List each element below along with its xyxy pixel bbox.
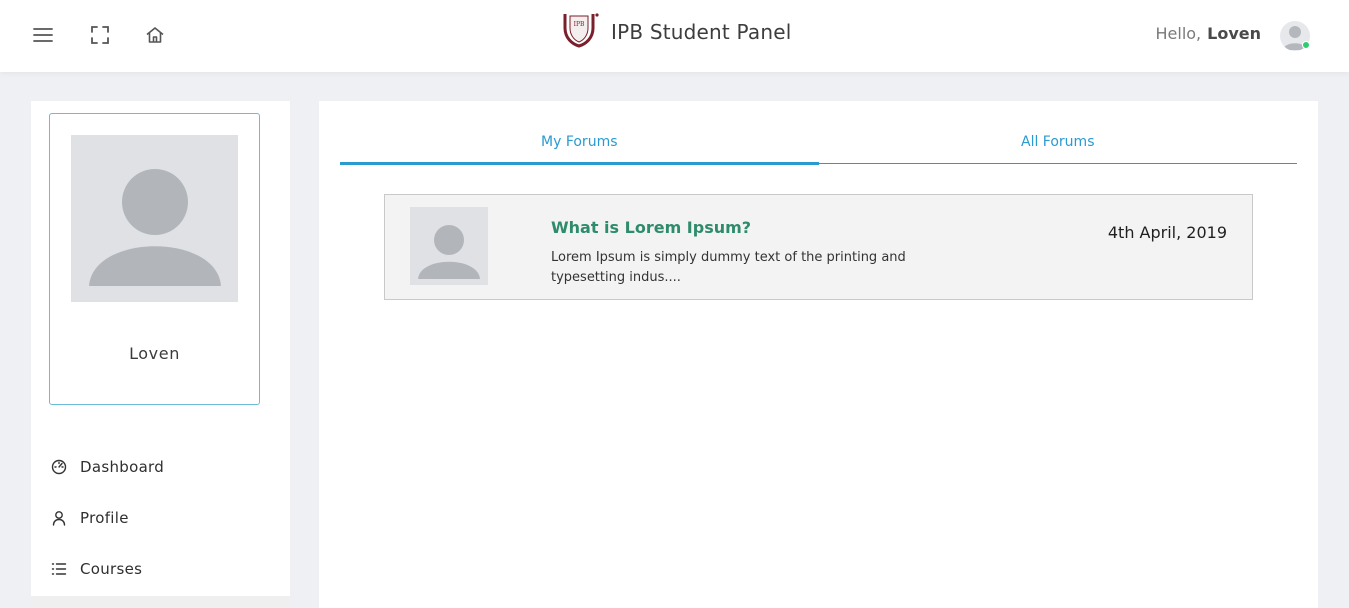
user-icon xyxy=(50,509,67,526)
user-placeholder-icon xyxy=(89,169,221,286)
greeting-text: Hello, xyxy=(1155,24,1202,43)
svg-text:IPB: IPB xyxy=(574,21,585,28)
fullscreen-icon[interactable] xyxy=(89,24,111,46)
sidebar-item-profile[interactable]: Profile xyxy=(31,492,290,543)
brand-logo: IPB xyxy=(562,12,600,52)
main-panel: My Forums All Forums What is Lorem Ipsum… xyxy=(319,101,1318,608)
home-icon[interactable] xyxy=(144,24,166,46)
online-status-indicator xyxy=(1302,41,1310,49)
list-icon xyxy=(50,560,67,577)
top-header: IPB IPB Student Panel Hello, Loven xyxy=(0,0,1349,72)
sidebar-item-dashboard[interactable]: Dashboard xyxy=(31,441,290,492)
user-greeting: Hello, Loven xyxy=(1156,24,1262,43)
profile-name: Loven xyxy=(129,344,180,363)
forum-card[interactable]: What is Lorem Ipsum? Lorem Ipsum is simp… xyxy=(384,194,1253,300)
tab-my-forums[interactable]: My Forums xyxy=(340,127,819,165)
sidebar-item-label: Courses xyxy=(80,559,143,578)
forum-date: 4th April, 2019 xyxy=(1107,223,1227,242)
dashboard-icon xyxy=(50,458,67,475)
tab-all-forums[interactable]: All Forums xyxy=(819,127,1298,163)
sidebar-nav: Dashboard Profile Courses xyxy=(31,441,290,594)
brand[interactable]: IPB IPB Student Panel xyxy=(562,12,792,52)
sidebar-item-courses[interactable]: Courses xyxy=(31,543,290,594)
user-name: Loven xyxy=(1207,24,1261,43)
profile-photo xyxy=(71,135,238,302)
forum-thumbnail xyxy=(410,207,488,285)
sidebar-item-label: Profile xyxy=(80,508,129,527)
menu-icon[interactable] xyxy=(32,24,54,46)
sidebar-item-label: Dashboard xyxy=(80,457,165,476)
forum-title[interactable]: What is Lorem Ipsum? xyxy=(551,218,751,237)
sidebar-item-partial[interactable] xyxy=(31,596,290,608)
brand-title: IPB Student Panel xyxy=(611,20,792,44)
forum-excerpt: Lorem Ipsum is simply dummy text of the … xyxy=(551,250,906,285)
sidebar: Loven Dashboard Profile Courses xyxy=(31,101,290,608)
profile-card: Loven xyxy=(49,113,260,405)
forum-tabs: My Forums All Forums xyxy=(340,127,1298,165)
user-placeholder-icon xyxy=(418,225,480,279)
